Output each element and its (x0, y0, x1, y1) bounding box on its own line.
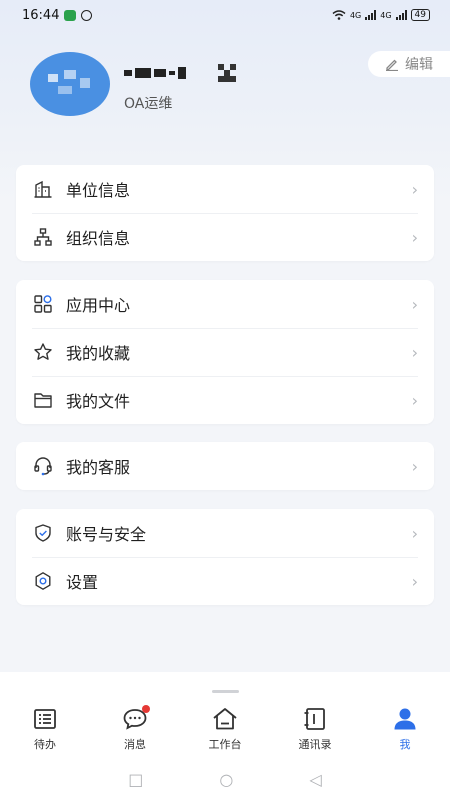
tab-messages[interactable]: 消息 (90, 705, 180, 752)
chevron-right-icon: › (411, 227, 418, 247)
bottom-tab-bar: 待办 消息 工作台 通讯录 我 □ ○ ◁ (0, 672, 450, 800)
org-chart-icon (32, 226, 54, 248)
pencil-icon (386, 59, 398, 71)
wechat-notification-icon (64, 9, 77, 21)
tab-label: 通讯录 (298, 738, 332, 751)
qr-code-icon[interactable] (218, 64, 236, 82)
tab-label: 工作台 (208, 738, 242, 751)
recents-square-icon[interactable]: □ (128, 770, 143, 789)
star-icon (32, 341, 54, 363)
chat-bubble-icon (122, 705, 150, 732)
building-icon (32, 178, 54, 200)
tab-todo[interactable]: 待办 (0, 706, 90, 752)
network-type-1: 4G (349, 10, 362, 20)
chevron-right-icon: › (411, 390, 418, 410)
menu-item-unit-info[interactable]: 单位信息 › (16, 165, 434, 213)
chevron-right-icon: › (411, 456, 418, 476)
tab-label: 消息 (124, 738, 146, 751)
chevron-right-icon: › (411, 523, 418, 543)
chevron-right-icon: › (411, 179, 418, 199)
network-type-2: 4G (380, 10, 392, 20)
status-bar: 16:44 4G 4G 49 (0, 0, 450, 30)
home-icon (212, 706, 238, 732)
menu-item-account-security[interactable]: 账号与安全 › (16, 509, 434, 557)
menu-item-my-files[interactable]: 我的文件 › (16, 376, 434, 424)
tab-label: 待办 (34, 738, 56, 751)
menu-group-service: 我的客服 › (16, 442, 434, 490)
user-role: OA运维 (124, 96, 173, 112)
apps-grid-icon (32, 293, 54, 315)
contacts-book-icon (302, 706, 328, 732)
system-navigation-bar: □ ○ ◁ (0, 770, 450, 789)
edit-label: 编辑 (405, 57, 433, 73)
tab-workbench[interactable]: 工作台 (180, 706, 270, 752)
menu-item-customer-service[interactable]: 我的客服 › (16, 442, 434, 490)
menu-item-label: 单位信息 (66, 181, 131, 200)
menu-item-org-info[interactable]: 组织信息 › (16, 213, 434, 261)
menu-group-apps: 应用中心 › 我的收藏 › 我的文件 › (16, 280, 434, 424)
tab-contacts[interactable]: 通讯录 (270, 706, 360, 752)
battery-level: 49 (410, 9, 430, 21)
chevron-right-icon: › (411, 294, 418, 314)
back-triangle-icon[interactable]: ◁ (309, 770, 321, 789)
unread-badge (142, 705, 150, 713)
menu-group-org: 单位信息 › 组织信息 › (16, 165, 434, 261)
profile-header[interactable]: OA运维 (30, 52, 236, 116)
tab-label: 我 (399, 738, 411, 751)
menu-item-favorites[interactable]: 我的收藏 › (16, 328, 434, 376)
signal-icon (395, 10, 407, 20)
status-time: 16:44 (22, 7, 60, 23)
menu-item-label: 组织信息 (66, 229, 131, 248)
person-icon (392, 706, 418, 732)
menu-item-app-center[interactable]: 应用中心 › (16, 280, 434, 328)
folder-icon (32, 389, 54, 411)
alarm-icon (81, 9, 93, 21)
menu-item-settings[interactable]: 设置 › (16, 557, 434, 605)
user-name-redacted (124, 67, 186, 79)
menu-item-label: 设置 (66, 573, 99, 592)
wifi-icon (332, 10, 346, 20)
avatar[interactable] (30, 52, 110, 116)
gear-icon (32, 570, 54, 592)
menu-item-label: 账号与安全 (66, 525, 147, 544)
menu-group-account: 账号与安全 › 设置 › (16, 509, 434, 605)
tab-me[interactable]: 我 (360, 706, 450, 752)
shield-icon (32, 522, 54, 544)
todo-list-icon (32, 706, 58, 732)
menu-item-label: 我的文件 (66, 392, 131, 411)
menu-item-label: 我的收藏 (66, 344, 131, 363)
headset-icon (32, 455, 54, 477)
edit-profile-button[interactable]: 编辑 (368, 51, 450, 77)
menu-item-label: 应用中心 (66, 296, 131, 315)
menu-item-label: 我的客服 (66, 458, 131, 477)
home-circle-icon[interactable]: ○ (219, 770, 233, 789)
chevron-right-icon: › (411, 571, 418, 591)
signal-icon (365, 10, 377, 20)
chevron-right-icon: › (411, 342, 418, 362)
drag-handle[interactable] (212, 690, 239, 693)
